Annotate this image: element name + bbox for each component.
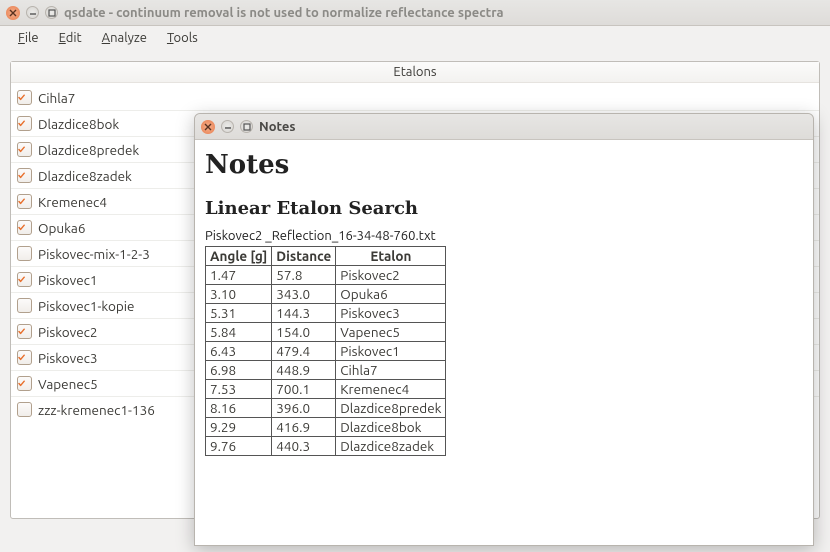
maximize-icon[interactable] [45,6,58,19]
minimize-icon[interactable] [26,6,39,19]
dialog-title: Notes [259,120,296,134]
checkbox[interactable] [17,402,32,417]
table-cell: 9.76 [206,437,272,456]
panel-title: Etalons [11,62,819,83]
table-cell: Piskovec1 [336,342,446,361]
table-cell: Dlazdice8zadek [336,437,446,456]
notes-heading: Notes [205,150,803,180]
table-cell: 3.10 [206,285,272,304]
table-cell: 9.29 [206,418,272,437]
minimize-icon[interactable] [221,120,234,133]
table-cell: 144.3 [272,304,336,323]
table-cell: 700.1 [272,380,336,399]
notes-filename: Piskovec2 _Reflection_16-34-48-760.txt [205,229,803,243]
table-cell: 7.53 [206,380,272,399]
checkbox[interactable] [17,116,32,131]
table-cell: 6.98 [206,361,272,380]
table-row: 3.10343.0Opuka6 [206,285,446,304]
table-cell: 416.9 [272,418,336,437]
maximize-icon[interactable] [240,120,253,133]
list-item-label: Piskovec2 [38,324,98,340]
checkbox[interactable] [17,194,32,209]
checkbox[interactable] [17,142,32,157]
table-cell: Opuka6 [336,285,446,304]
table-cell: 479.4 [272,342,336,361]
table-row: 5.84154.0Vapenec5 [206,323,446,342]
list-item-label: zzz-kremenec1-136 [38,402,155,418]
table-header: Angle [g] [206,247,272,266]
table-row: 9.29416.9Dlazdice8bok [206,418,446,437]
list-item-label: Opuka6 [38,220,85,236]
table-cell: 448.9 [272,361,336,380]
checkbox[interactable] [17,376,32,391]
table-cell: 5.31 [206,304,272,323]
list-item[interactable]: Cihla7 [11,85,819,111]
table-row: 8.16396.0Dlazdice8predek [206,399,446,418]
notes-subheading: Linear Etalon Search [205,198,803,219]
list-item-label: Piskovec3 [38,350,98,366]
list-item-label: Dlazdice8zadek [38,168,132,184]
main-titlebar: qsdate - continuum removal is not used t… [0,0,830,26]
table-row: 7.53700.1Kremenec4 [206,380,446,399]
table-row: 6.98448.9Cihla7 [206,361,446,380]
table-cell: Cihla7 [336,361,446,380]
results-table: Angle [g]DistanceEtalon 1.4757.8Piskovec… [205,246,446,456]
table-row: 5.31144.3Piskovec3 [206,304,446,323]
window-controls [6,6,58,20]
table-row: 6.43479.4Piskovec1 [206,342,446,361]
menu-edit[interactable]: Edit [49,28,92,48]
table-cell: 8.16 [206,399,272,418]
table-cell: Dlazdice8bok [336,418,446,437]
table-cell: 57.8 [272,266,336,285]
checkbox[interactable] [17,324,32,339]
window-title: qsdate - continuum removal is not used t… [64,6,504,20]
menu-tools[interactable]: Tools [157,28,208,48]
table-cell: 396.0 [272,399,336,418]
list-item-label: Piskovec1-kopie [38,298,135,314]
list-item-label: Dlazdice8predek [38,142,139,158]
table-cell: 5.84 [206,323,272,342]
close-icon[interactable] [201,120,215,134]
dialog-body: Notes Linear Etalon Search Piskovec2 _Re… [195,140,813,545]
table-cell: 1.47 [206,266,272,285]
list-item-label: Cihla7 [38,90,75,106]
table-cell: Piskovec2 [336,266,446,285]
checkbox[interactable] [17,220,32,235]
table-row: 1.4757.8Piskovec2 [206,266,446,285]
table-cell: Dlazdice8predek [336,399,446,418]
dialog-titlebar: Notes [195,114,813,140]
menu-analyze[interactable]: Analyze [92,28,157,48]
checkbox[interactable] [17,350,32,365]
list-item-label: Kremenec4 [38,194,107,210]
checkbox[interactable] [17,90,32,105]
dialog-window-controls [201,120,253,134]
table-header: Distance [272,247,336,266]
table-cell: Piskovec3 [336,304,446,323]
table-cell: Kremenec4 [336,380,446,399]
list-item-label: Piskovec-mix-1-2-3 [38,246,150,262]
checkbox[interactable] [17,246,32,261]
checkbox[interactable] [17,298,32,313]
table-cell: 6.43 [206,342,272,361]
table-cell: 154.0 [272,323,336,342]
table-cell: Vapenec5 [336,323,446,342]
menubar: File Edit Analyze Tools [0,26,830,51]
menu-file[interactable]: File [8,28,49,48]
checkbox[interactable] [17,272,32,287]
checkbox[interactable] [17,168,32,183]
table-cell: 343.0 [272,285,336,304]
table-header: Etalon [336,247,446,266]
table-cell: 440.3 [272,437,336,456]
close-icon[interactable] [6,6,20,20]
notes-dialog: Notes Notes Linear Etalon Search Piskove… [194,113,814,546]
list-item-label: Vapenec5 [38,376,98,392]
list-item-label: Piskovec1 [38,272,98,288]
table-row: 9.76440.3Dlazdice8zadek [206,437,446,456]
list-item-label: Dlazdice8bok [38,116,119,132]
